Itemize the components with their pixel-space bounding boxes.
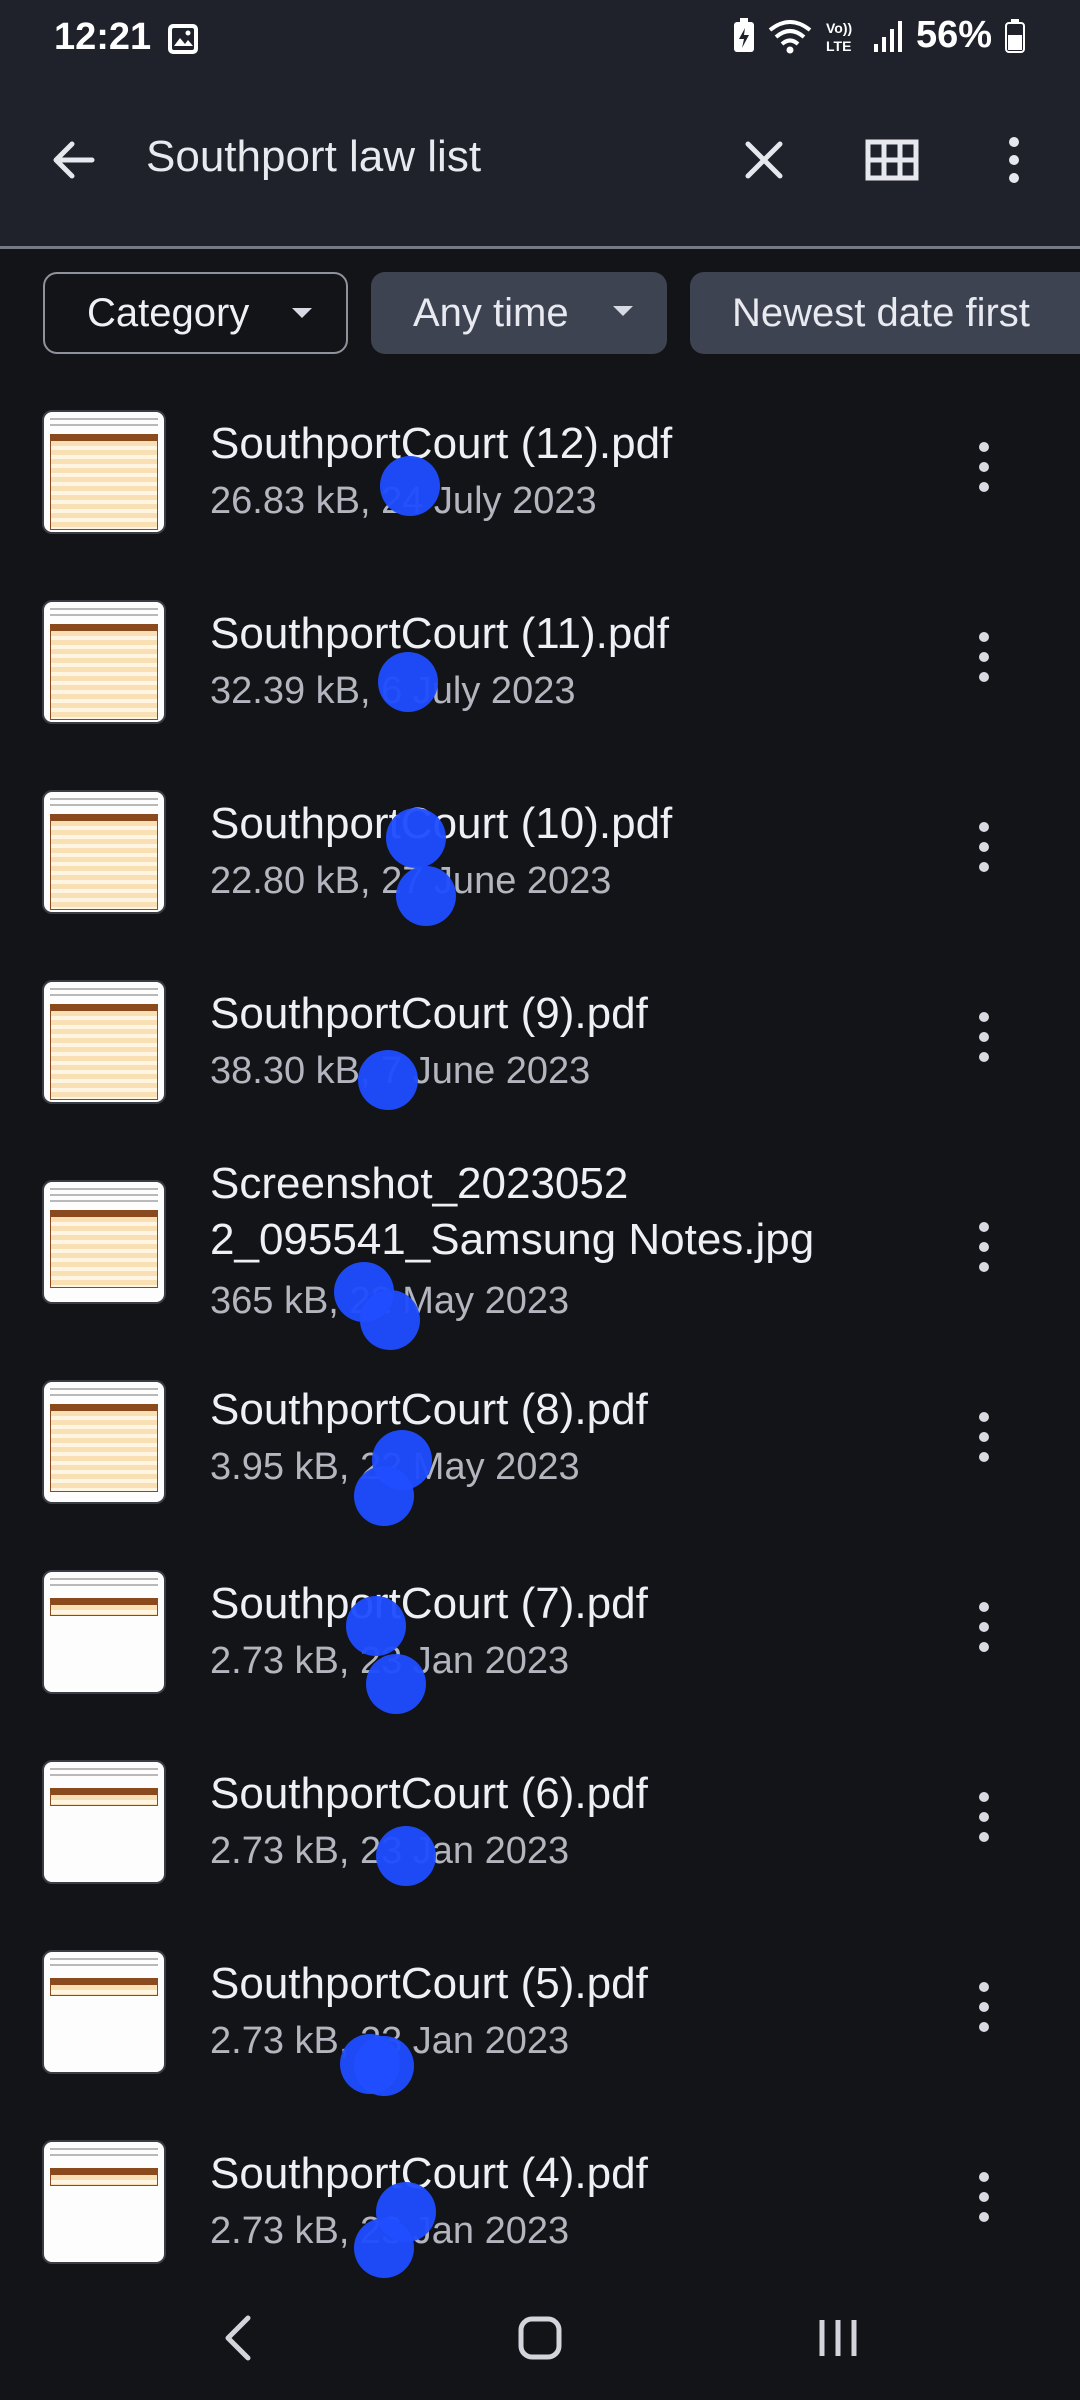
signal-icon bbox=[873, 20, 902, 52]
file-more-icon[interactable] bbox=[968, 1010, 1000, 1074]
back-arrow-icon[interactable] bbox=[44, 130, 104, 190]
battery-saver-icon bbox=[733, 17, 754, 52]
file-row[interactable]: Screenshot_2023052 2_095541_Samsung Note… bbox=[0, 1159, 1080, 1350]
file-thumbnail bbox=[42, 1950, 166, 2074]
nav-recents-icon[interactable] bbox=[808, 2308, 868, 2368]
file-name: SouthportCourt (6).pdf bbox=[210, 1769, 648, 1818]
file-thumbnail bbox=[42, 410, 166, 534]
file-more-icon[interactable] bbox=[968, 1410, 1000, 1474]
touch-marker bbox=[346, 1596, 406, 1656]
file-row[interactable]: SouthportCourt (10).pdf 22.80 kB, 27 Jun… bbox=[0, 790, 1080, 940]
filter-chips: Category Any time Newest date first bbox=[0, 272, 1080, 356]
sort-chip[interactable]: Newest date first bbox=[690, 272, 1080, 354]
file-more-icon[interactable] bbox=[968, 1220, 1000, 1284]
file-thumbnail bbox=[42, 790, 166, 914]
file-row[interactable]: SouthportCourt (12).pdf 26.83 kB, 24 Jul… bbox=[0, 410, 1080, 560]
volte-icon: Vo)) LTE bbox=[826, 20, 852, 54]
file-name-line-1: Screenshot_2023052 bbox=[210, 1159, 629, 1208]
file-row[interactable]: SouthportCourt (4).pdf 2.73 kB, 23 Jan 2… bbox=[0, 2140, 1080, 2290]
file-thumbnail bbox=[42, 1380, 166, 1504]
file-name: SouthportCourt (12).pdf bbox=[210, 419, 673, 468]
file-row[interactable]: SouthportCourt (9).pdf 38.30 kB, 7 June … bbox=[0, 980, 1080, 1130]
wifi-icon bbox=[768, 19, 812, 53]
touch-marker bbox=[366, 1654, 426, 1714]
nav-back-icon[interactable] bbox=[210, 2308, 270, 2368]
search-input[interactable]: Southport law list bbox=[146, 132, 481, 182]
file-name: SouthportCourt (11).pdf bbox=[210, 609, 669, 658]
touch-marker bbox=[360, 1290, 420, 1350]
file-more-icon[interactable] bbox=[968, 820, 1000, 884]
touch-marker bbox=[378, 652, 438, 712]
grid-view-icon[interactable] bbox=[860, 128, 924, 192]
time-filter-chip[interactable]: Any time bbox=[371, 272, 667, 354]
touch-marker bbox=[396, 866, 456, 926]
system-nav-bar bbox=[0, 2280, 1080, 2400]
category-filter-chip[interactable]: Category bbox=[43, 272, 348, 354]
touch-marker bbox=[354, 1466, 414, 1526]
gallery-notification-icon bbox=[168, 24, 198, 54]
file-more-icon[interactable] bbox=[968, 1790, 1000, 1854]
file-row[interactable]: SouthportCourt (5).pdf 2.73 kB, 23 Jan 2… bbox=[0, 1950, 1080, 2100]
touch-marker bbox=[376, 1826, 436, 1886]
touch-marker bbox=[340, 2034, 400, 2094]
file-thumbnail bbox=[42, 1180, 166, 1304]
category-chip-label: Category bbox=[87, 290, 250, 335]
chevron-down-icon bbox=[292, 308, 312, 318]
status-bar: 12:21 Vo)) LTE 56% bbox=[0, 0, 1080, 78]
file-row[interactable]: SouthportCourt (8).pdf 3.95 kB, 22 May 2… bbox=[0, 1380, 1080, 1530]
touch-marker bbox=[358, 1050, 418, 1110]
battery-icon bbox=[1005, 18, 1025, 53]
chevron-down-icon bbox=[613, 306, 633, 316]
touch-marker bbox=[354, 2218, 414, 2278]
file-name: SouthportCourt (5).pdf bbox=[210, 1959, 648, 2008]
file-name: SouthportCourt (8).pdf bbox=[210, 1385, 648, 1434]
file-name: SouthportCourt (4).pdf bbox=[210, 2149, 648, 2198]
file-name: SouthportCourt (10).pdf bbox=[210, 799, 673, 848]
file-thumbnail bbox=[42, 2140, 166, 2264]
file-more-icon[interactable] bbox=[968, 630, 1000, 694]
file-thumbnail bbox=[42, 1760, 166, 1884]
file-thumbnail bbox=[42, 980, 166, 1104]
touch-marker bbox=[380, 456, 440, 516]
svg-text:Vo)): Vo)) bbox=[826, 20, 852, 36]
file-thumbnail bbox=[42, 1570, 166, 1694]
nav-home-icon[interactable] bbox=[510, 2308, 570, 2368]
status-icons: Vo)) LTE 56% bbox=[732, 14, 1026, 57]
file-name-line-2: 2_095541_Samsung Notes.jpg bbox=[210, 1215, 815, 1264]
clear-search-icon[interactable] bbox=[734, 130, 794, 190]
file-more-icon[interactable] bbox=[968, 1600, 1000, 1664]
more-options-icon[interactable] bbox=[982, 128, 1046, 192]
search-app-bar: Southport law list bbox=[0, 78, 1080, 249]
file-more-icon[interactable] bbox=[968, 1980, 1000, 2044]
file-name: SouthportCourt (9).pdf bbox=[210, 989, 648, 1038]
battery-percentage: 56% bbox=[915, 14, 992, 56]
file-more-icon[interactable] bbox=[968, 2170, 1000, 2234]
status-time: 12:21 bbox=[54, 16, 152, 58]
time-chip-label: Any time bbox=[413, 290, 569, 335]
file-thumbnail bbox=[42, 600, 166, 724]
file-name: SouthportCourt (7).pdf bbox=[210, 1579, 648, 1628]
file-row[interactable]: SouthportCourt (11).pdf 32.39 kB, 6 July… bbox=[0, 600, 1080, 750]
file-row[interactable]: SouthportCourt (6).pdf 2.73 kB, 23 Jan 2… bbox=[0, 1760, 1080, 1910]
svg-text:LTE: LTE bbox=[826, 38, 851, 54]
sort-chip-label: Newest date first bbox=[732, 290, 1030, 335]
touch-marker bbox=[386, 808, 446, 868]
file-more-icon[interactable] bbox=[968, 440, 1000, 504]
file-row[interactable]: SouthportCourt (7).pdf 2.73 kB, 23 Jan 2… bbox=[0, 1570, 1080, 1720]
